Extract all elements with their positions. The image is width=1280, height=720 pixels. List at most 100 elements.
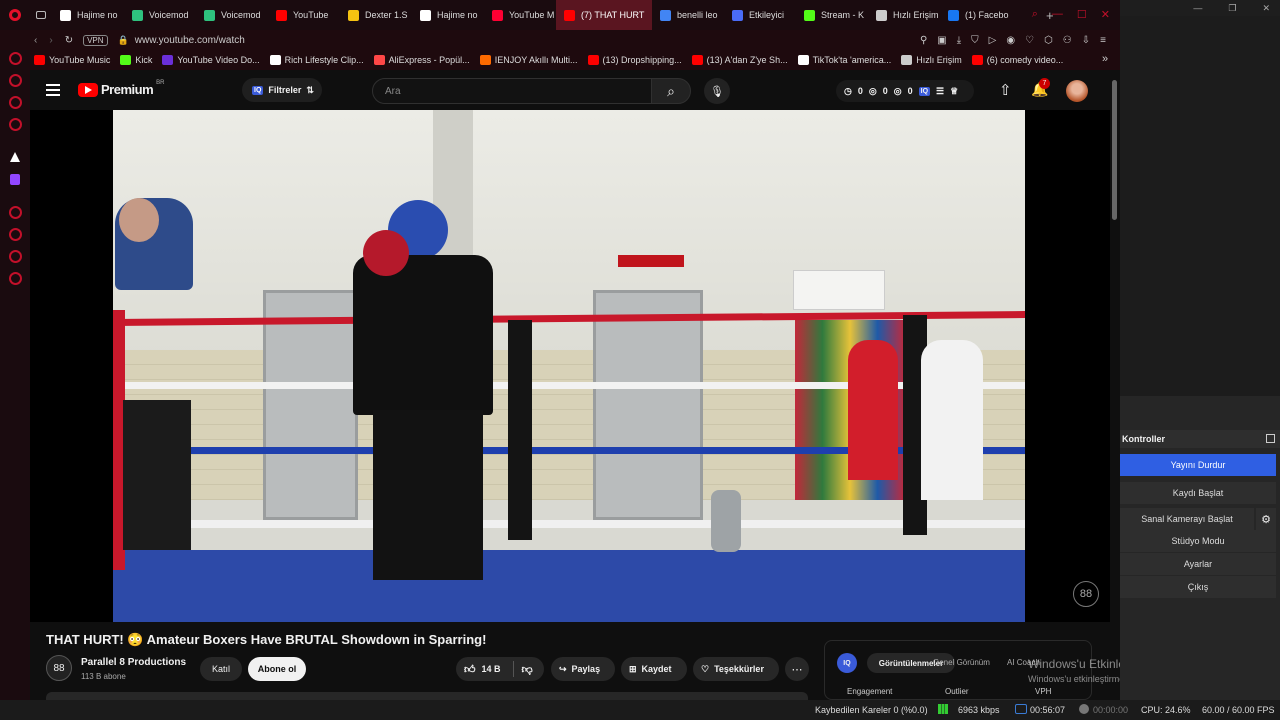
tab-item[interactable]: Hajime no — [52, 0, 124, 30]
search-input[interactable]: Ara — [372, 78, 652, 104]
minimize-icon[interactable]: — — [1052, 8, 1063, 22]
bookmark-item[interactable]: YouTube Music — [34, 55, 110, 65]
channel-watermark[interactable]: 88 — [1073, 581, 1099, 607]
more-actions-icon[interactable]: ⋯ — [785, 657, 809, 681]
bookmark-item[interactable]: Rich Lifestyle Clip... — [269, 55, 364, 65]
hamburger-menu-icon[interactable] — [46, 84, 60, 96]
save-button[interactable]: ⊞ Kaydet — [621, 657, 687, 681]
avatar[interactable] — [1066, 80, 1088, 102]
clock-icon[interactable] — [9, 206, 22, 219]
tab-item[interactable]: Hızlı Erişim — [868, 0, 940, 30]
maximize-icon[interactable]: ☐ — [1077, 8, 1087, 22]
history-icon[interactable] — [9, 228, 22, 241]
bookmark-item[interactable]: Kick — [120, 55, 152, 65]
search-button[interactable]: ⌕ — [651, 78, 691, 104]
list-icon: ☰ — [936, 85, 945, 96]
tab-label: Hızlı Erişim — [893, 10, 939, 20]
tab-item[interactable]: Etkileyici — [724, 0, 796, 30]
kick-app-icon[interactable] — [10, 152, 20, 162]
vpn-badge[interactable]: VPN — [83, 34, 108, 46]
channel-avatar[interactable]: 88 — [46, 655, 72, 681]
heart-icon[interactable]: ♡ — [1025, 35, 1034, 46]
extensions-icon[interactable] — [9, 250, 22, 263]
opera-logo-icon[interactable] — [0, 0, 30, 30]
super-thanks-icon: ♡ — [701, 663, 710, 674]
scrollbar-thumb[interactable] — [1112, 80, 1117, 220]
forward-icon[interactable]: › — [49, 35, 52, 46]
bookmark-item[interactable]: (13) Dropshipping... — [587, 55, 682, 65]
address-actions: ⚲ ▣ ⤓ ⛉ ▷ ◉ ♡ ⬡ ⚇ ⇩ ≡ — [920, 35, 1120, 46]
extensions-icon[interactable]: ⬡ — [1044, 35, 1053, 46]
join-button[interactable]: Katıl — [200, 657, 242, 681]
subscribe-button[interactable]: Abone ol — [248, 657, 306, 681]
bookmark-item[interactable]: Hızlı Erişim — [901, 55, 962, 65]
tab-item[interactable]: benelli leo — [652, 0, 724, 30]
description-box[interactable] — [46, 692, 808, 700]
channel-name[interactable]: Parallel 8 Productions — [81, 657, 186, 668]
pin-icon[interactable]: ⚲ — [920, 35, 927, 46]
bookmark-item[interactable]: YouTube Video Do... — [162, 55, 260, 65]
tab-item[interactable]: Dexter 1.S — [340, 0, 412, 30]
chat-icon[interactable] — [9, 96, 22, 109]
settings-button[interactable]: Ayarlar — [1120, 553, 1276, 575]
dislike-icon[interactable]: 👎︎ — [522, 663, 533, 676]
like-count[interactable]: 14 B — [482, 664, 501, 674]
maximize-icon[interactable]: ❐ — [1228, 3, 1236, 13]
settings-icon[interactable] — [9, 272, 22, 285]
youtube-logo[interactable]: Premium BR — [78, 80, 164, 97]
tab-overview-icon[interactable] — [30, 0, 52, 30]
bookmark-item[interactable]: (13) A'dan Z'ye Sh... — [691, 55, 788, 65]
bookmark-item[interactable]: (6) comedy video... — [971, 55, 1063, 65]
tab-item[interactable]: (1) Facebo — [940, 0, 1012, 30]
bookmark-item[interactable]: TikTok'ta 'america... — [797, 55, 891, 65]
camera-icon[interactable]: ◉ — [1006, 35, 1015, 46]
video-frame[interactable] — [113, 110, 1025, 622]
exit-button[interactable]: Çıkış — [1120, 576, 1276, 598]
page-scrollbar[interactable] — [1110, 70, 1120, 700]
send-icon[interactable] — [9, 118, 22, 131]
voice-search-button[interactable]: 🎙 — [704, 78, 730, 104]
bookmark-item[interactable]: AliExpress - Popül... — [373, 55, 470, 65]
shield-icon[interactable]: ⛉ — [971, 35, 979, 46]
tab-item[interactable]: Hajime no — [412, 0, 484, 30]
close-icon[interactable]: ✕ — [1101, 8, 1110, 22]
tab-item[interactable]: Voicemod — [124, 0, 196, 30]
tab-item[interactable]: YouTube M — [484, 0, 556, 30]
stop-stream-button[interactable]: Yayını Durdur — [1120, 454, 1276, 476]
upload-icon[interactable]: ⇧ — [999, 81, 1012, 99]
url-field[interactable]: www.youtube.com/watch — [135, 35, 245, 46]
like-icon[interactable]: 👍︎ — [464, 663, 476, 676]
tab-item[interactable]: Stream - K — [796, 0, 868, 30]
search-tabs-icon[interactable]: ⌕ — [1032, 8, 1038, 22]
bookmark-label: IENJOY Akıllı Multi... — [494, 55, 578, 65]
tab-item[interactable]: Voicemod — [196, 0, 268, 30]
profile-icon[interactable]: ⚇ — [1063, 35, 1072, 46]
bookmark-item[interactable]: IENJOY Akıllı Multi... — [479, 55, 578, 65]
studio-mode-button[interactable]: Stüdyo Modu — [1120, 530, 1276, 552]
close-icon[interactable]: ✕ — [1262, 3, 1270, 13]
tab-item[interactable]: YouTube — [268, 0, 340, 30]
menu-icon[interactable]: ≡ — [1100, 35, 1106, 46]
play-icon[interactable]: ▷ — [989, 35, 997, 46]
tab-overview[interactable]: Genel Görünüm — [933, 658, 990, 667]
messenger-icon[interactable] — [9, 52, 22, 65]
reload-icon[interactable]: ↻ — [65, 35, 73, 46]
back-icon[interactable]: ‹ — [34, 35, 37, 46]
snapshot-icon[interactable]: ▣ — [937, 35, 946, 46]
virtual-camera-button[interactable]: Sanal Kamerayı Başlat — [1120, 508, 1254, 530]
gear-icon[interactable]: ⚙ — [1256, 508, 1276, 530]
downloads-icon[interactable]: ⇩ — [1082, 35, 1090, 46]
download-icon[interactable]: ⤓ — [957, 35, 961, 46]
music-icon[interactable] — [9, 74, 22, 87]
tab-label: Hajime no — [77, 10, 118, 20]
undock-icon[interactable] — [1266, 434, 1275, 443]
filters-button[interactable]: IQ Filtreler ⇅ — [242, 78, 322, 102]
share-button[interactable]: ↪ Paylaş — [551, 657, 615, 681]
bookmarks-more-icon[interactable]: » — [1102, 53, 1108, 65]
thanks-button[interactable]: ♡ Teşekkürler — [693, 657, 779, 681]
extension-counters[interactable]: ◷ 0 ◎ 0 ◎ 0 IQ ☰ ♕ — [836, 80, 974, 102]
tab-item[interactable]: (7) THAT HURT — [556, 0, 652, 30]
start-recording-button[interactable]: Kaydı Başlat — [1120, 482, 1276, 504]
twitch-icon[interactable] — [10, 174, 20, 185]
minimize-icon[interactable]: — — [1193, 3, 1202, 13]
